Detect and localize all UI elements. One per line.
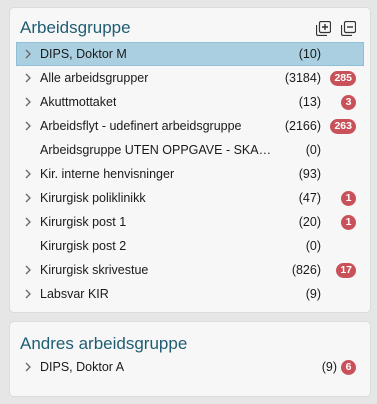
arbeidsgruppe-panel: Arbeidsgruppe DIPS, Doktor M (10) Alle arb… [10,8,370,312]
list-item[interactable]: DIPS, Doktor A (9) 6 [16,355,364,379]
header-actions [316,21,356,36]
unread-badge: 1 [341,214,356,230]
list-item[interactable]: Kirurgisk skrivestue (826) 17 [16,258,364,282]
list-item[interactable]: Kirurgisk poliklinikk (47) 1 [16,186,364,210]
list-item[interactable]: Arbeidsgruppe UTEN OPPGAVE - SKAL v... (0… [16,138,364,162]
list-item[interactable]: Alle arbeidsgrupper (3184) 285 [16,66,364,90]
workgroup-list: DIPS, Doktor M (10) Alle arbeidsgrupper (31… [16,42,364,306]
chevron-right-icon[interactable] [24,193,32,203]
list-item[interactable]: DIPS, Doktor M (10) [16,42,364,66]
item-label: Alle arbeidsgrupper [40,71,149,85]
panel-title: Arbeidsgruppe [20,18,131,37]
item-count: (2166) [284,119,321,133]
item-label: Kirurgisk post 1 [40,215,127,229]
chevron-right-icon[interactable] [24,121,32,131]
item-label: Labsvar KIR [40,287,109,301]
item-count: (9) [305,287,321,301]
item-label: Arbeidsflyt - udefinert arbeidsgruppe [40,119,242,133]
item-label: Kirurgisk skrivestue [40,263,149,277]
list-item[interactable]: Labsvar KIR (9) [16,282,364,306]
item-label: DIPS, Doktor M [40,47,127,61]
list-item[interactable]: Kirurgisk post 1 (20) 1 [16,210,364,234]
unread-badge: 3 [341,94,356,110]
andres-arbeidsgruppe-panel: Andres arbeidsgruppe DIPS, Doktor A (9) 6 [10,322,370,396]
unread-badge: 17 [336,262,356,278]
unread-badge: 6 [341,359,356,375]
unread-badge: 263 [330,118,356,134]
others-workgroup-list: DIPS, Doktor A (9) 6 [16,355,364,379]
chevron-right-icon[interactable] [24,217,32,227]
chevron-right-icon[interactable] [24,73,32,83]
item-count: (826) [291,263,321,277]
item-count: (3184) [284,71,321,85]
list-item[interactable]: Kir. interne henvisninger (93) [16,162,364,186]
chevron-right-icon[interactable] [24,97,32,107]
chevron-right-icon[interactable] [24,289,32,299]
item-count: (10) [298,47,321,61]
item-count: (13) [298,95,321,109]
chevron-right-icon[interactable] [24,362,32,372]
item-label: Kirurgisk post 2 [40,239,127,253]
item-count: (47) [298,191,321,205]
list-item[interactable]: Arbeidsflyt - udefinert arbeidsgruppe (21… [16,114,364,138]
item-label: Arbeidsgruppe UTEN OPPGAVE - SKAL v... [40,143,276,157]
item-count: (93) [298,167,321,181]
unread-badge: 285 [330,70,356,86]
item-label: DIPS, Doktor A [40,360,125,374]
item-count: (20) [298,215,321,229]
item-count: (0) [305,143,321,157]
item-count: (9) [321,360,337,374]
chevron-right-icon[interactable] [24,265,32,275]
unread-badge: 1 [341,190,356,206]
list-item[interactable]: Kirurgisk post 2 (0) [16,234,364,258]
collapse-all-icon[interactable] [341,21,356,36]
list-item[interactable]: Akuttmottaket (13) 3 [16,90,364,114]
chevron-right-icon[interactable] [24,169,32,179]
item-count: (0) [305,239,321,253]
panel-title: Andres arbeidsgruppe [20,334,188,353]
item-label: Akuttmottaket [40,95,117,109]
item-label: Kir. interne henvisninger [40,167,175,181]
expand-all-icon[interactable] [316,21,331,36]
chevron-right-icon[interactable] [24,49,32,59]
item-label: Kirurgisk poliklinikk [40,191,146,205]
